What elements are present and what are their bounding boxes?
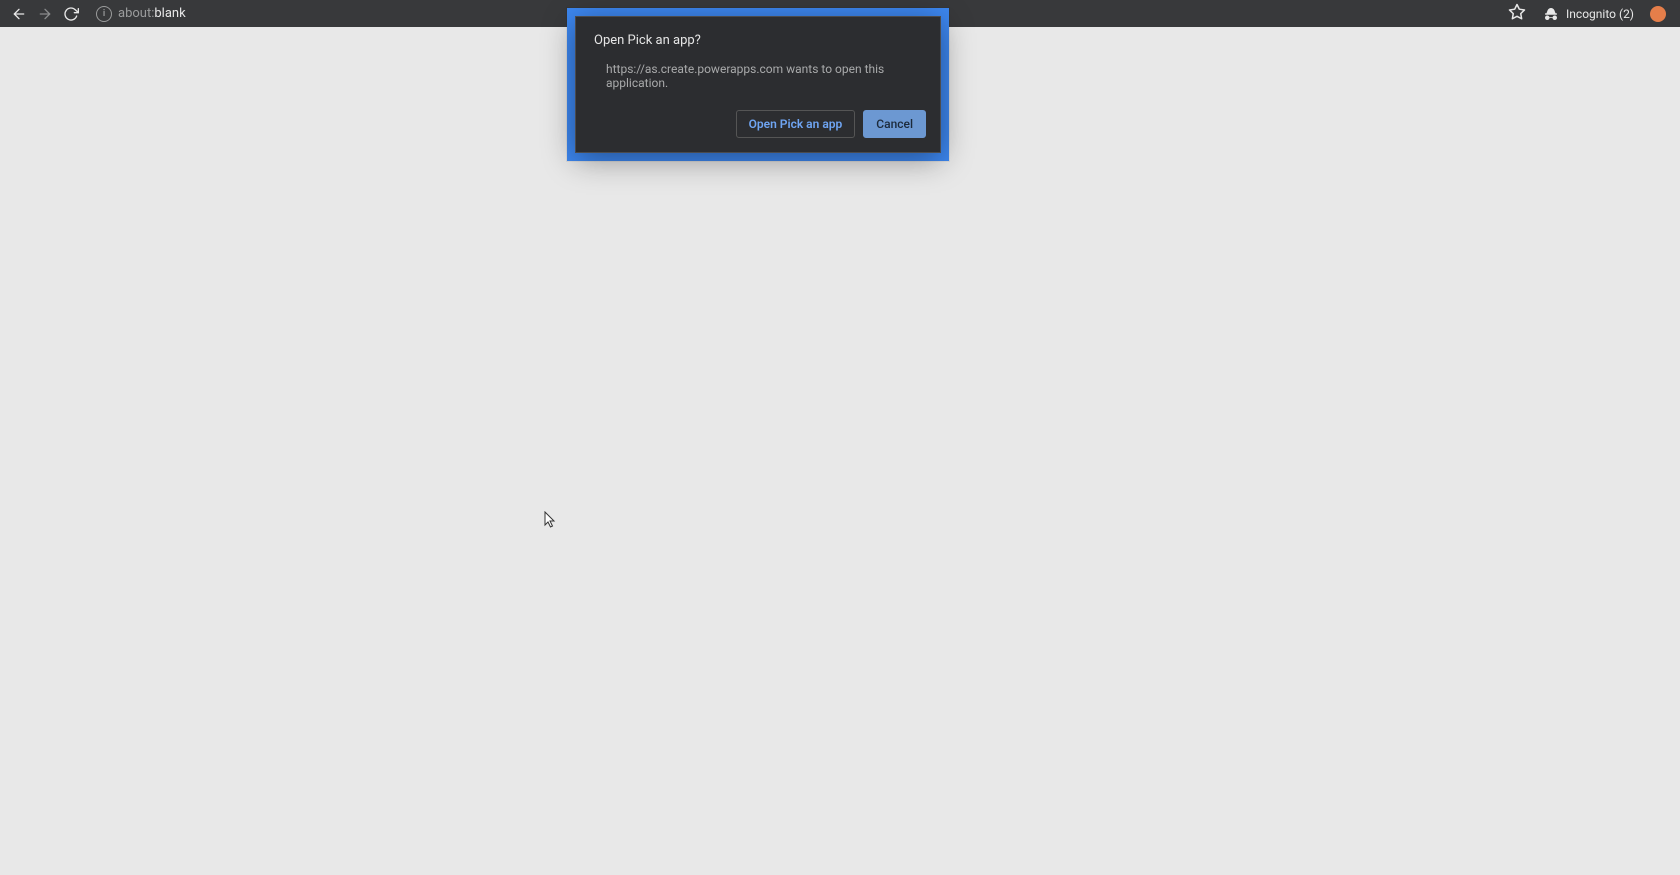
url-text: about:blank <box>118 6 186 21</box>
reload-button[interactable] <box>62 5 80 23</box>
star-icon <box>1508 3 1526 21</box>
open-app-button[interactable]: Open Pick an app <box>736 110 856 138</box>
arrow-right-icon <box>37 6 53 22</box>
profile-avatar[interactable] <box>1650 6 1666 22</box>
dialog-button-row: Open Pick an app Cancel <box>576 106 940 148</box>
incognito-icon <box>1542 5 1560 23</box>
bookmark-button[interactable] <box>1508 3 1526 25</box>
mouse-cursor-icon <box>544 511 558 529</box>
page-content: Open Pick an app? https://as.create.powe… <box>0 27 1680 875</box>
incognito-indicator[interactable]: Incognito (2) <box>1536 3 1640 25</box>
reload-icon <box>63 6 79 22</box>
dialog-highlight-annotation: Open Pick an app? https://as.create.powe… <box>567 8 949 161</box>
toolbar-right: Incognito (2) <box>1508 3 1670 25</box>
cancel-button[interactable]: Cancel <box>863 110 926 138</box>
external-protocol-dialog: Open Pick an app? https://as.create.powe… <box>575 16 941 153</box>
site-info-icon[interactable]: i <box>96 6 112 22</box>
dialog-title: Open Pick an app? <box>594 33 922 48</box>
back-button[interactable] <box>10 5 28 23</box>
incognito-label: Incognito (2) <box>1566 7 1634 21</box>
dialog-message: https://as.create.powerapps.com wants to… <box>606 62 922 90</box>
arrow-left-icon <box>11 6 27 22</box>
forward-button[interactable] <box>36 5 54 23</box>
